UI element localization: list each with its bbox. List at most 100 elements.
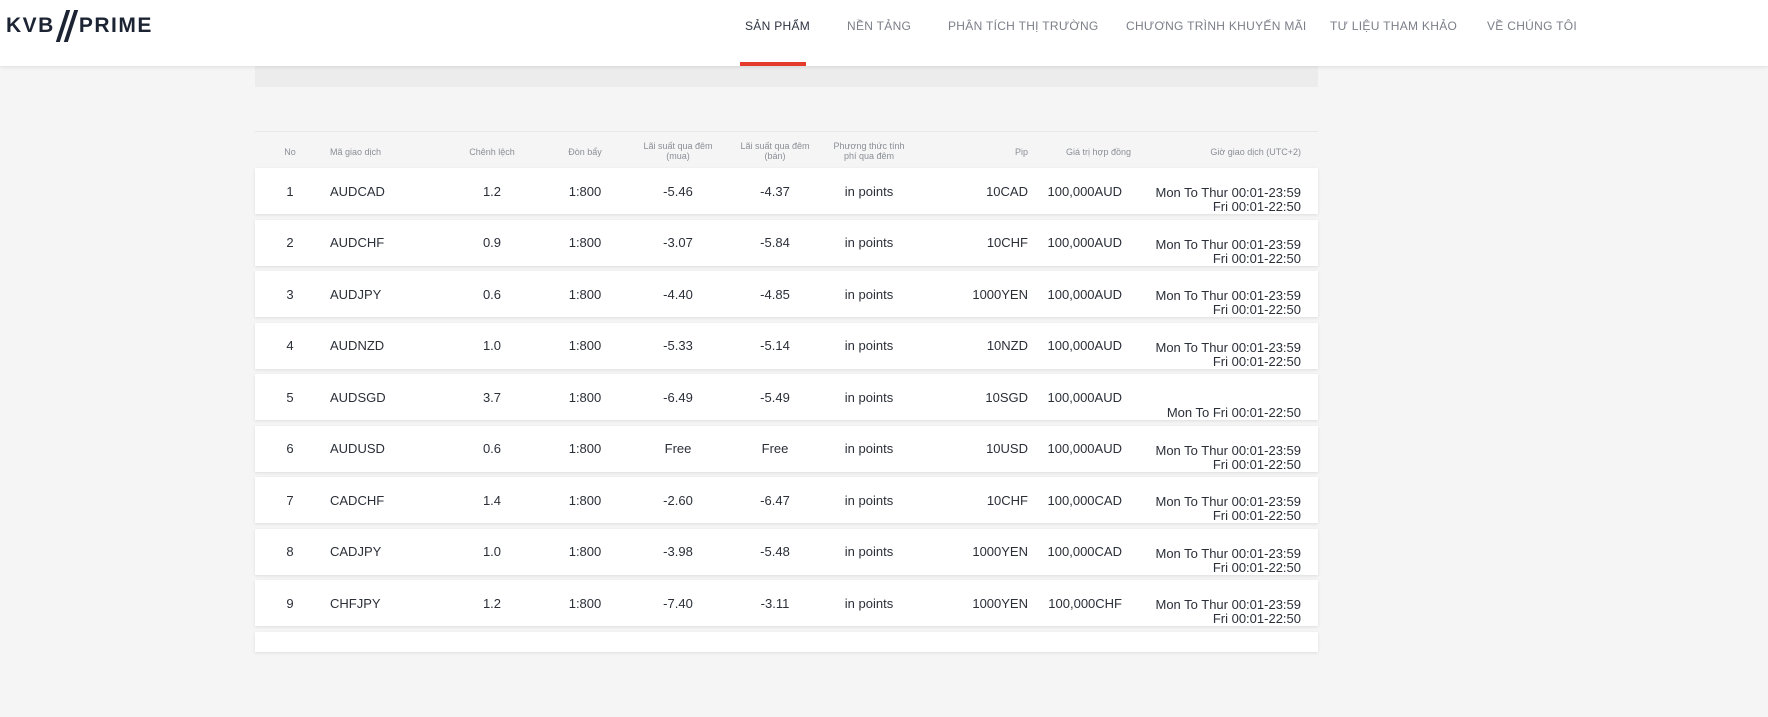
cell-trading-hours-line2: Fri 00:01-22:50 bbox=[1212, 508, 1301, 523]
cell-contract-value: 100,000AUD bbox=[1047, 286, 1122, 302]
header-swap-method-line2: phí qua đêm bbox=[843, 151, 895, 161]
cell-contract-value: 100,000CHF bbox=[1048, 595, 1122, 611]
cell-trading-hours-line2: Fri 00:01-22:50 bbox=[1212, 456, 1301, 472]
cell-trading-hours-line2: Fri 00:01-22:50 bbox=[1212, 353, 1301, 369]
banner-strip bbox=[255, 66, 1318, 87]
table-row[interactable]: 9 CHFJPY 1.2 1:800 -7.40 -3.11 in points… bbox=[255, 580, 1318, 626]
header-swap-method-line1: Phương thức tính bbox=[833, 141, 905, 151]
cell-pip: 10CAD bbox=[986, 183, 1028, 199]
cell-trading-hours: Mon To Thur 00:01-23:59 Fri 00:01-22:50 bbox=[1125, 426, 1301, 472]
cell-swap-sell: -4.85 bbox=[760, 286, 790, 302]
cell-no: 3 bbox=[286, 286, 294, 302]
header-swap-sell: Lãi suất qua đêm (bán) bbox=[725, 141, 825, 161]
cell-trading-hours-line2: Fri 00:01-22:50 bbox=[1212, 559, 1301, 575]
cell-contract-value: 100,000AUD bbox=[1047, 183, 1122, 199]
table-row[interactable]: 8 CADJPY 1.0 1:800 -3.98 -5.48 in points… bbox=[255, 528, 1318, 575]
header-no: No bbox=[284, 147, 296, 157]
cell-swap-buy: -5.46 bbox=[663, 183, 693, 199]
cell-trading-hours-line2: Fri 00:01-22:50 bbox=[1212, 302, 1301, 317]
cell-no: 6 bbox=[286, 441, 294, 456]
cell-leverage: 1:800 bbox=[568, 338, 602, 353]
cell-swap-sell: -5.84 bbox=[760, 235, 790, 250]
table-body: 1 AUDCAD 1.2 1:800 -5.46 -4.37 in points… bbox=[255, 168, 1318, 626]
header-swap-method: Phương thức tính phí qua đêm bbox=[819, 141, 919, 161]
cell-trading-hours-line2: Fri 00:01-22:50 bbox=[1212, 250, 1301, 266]
cell-no: 9 bbox=[286, 595, 294, 611]
cell-no: 5 bbox=[286, 389, 294, 405]
nav-item-products[interactable]: SẢN PHẨM bbox=[745, 19, 810, 33]
cell-swap-buy: -7.40 bbox=[663, 595, 693, 611]
table-row[interactable]: 2 AUDCHF 0.9 1:800 -3.07 -5.84 in points… bbox=[255, 219, 1318, 266]
cell-swap-buy: -3.98 bbox=[663, 544, 693, 559]
cell-contract-value: 100,000AUD bbox=[1047, 441, 1122, 456]
active-nav-underline bbox=[740, 62, 806, 66]
cell-pip: 10CHF bbox=[986, 235, 1028, 250]
cell-swap-buy: -2.60 bbox=[663, 492, 693, 508]
cell-spread: 1.4 bbox=[482, 492, 502, 508]
cell-trading-hours: Mon To Thur 00:01-23:59 Fri 00:01-22:50 bbox=[1125, 220, 1301, 266]
cell-swap-method: in points bbox=[844, 544, 894, 559]
table-row-partial bbox=[255, 632, 1318, 652]
table-row[interactable]: 4 AUDNZD 1.0 1:800 -5.33 -5.14 in points… bbox=[255, 322, 1318, 369]
cell-leverage: 1:800 bbox=[568, 389, 602, 405]
header-leverage: Đòn bẩy bbox=[568, 147, 602, 157]
cell-trading-hours-line1: Mon To Thur 00:01-23:59 bbox=[1155, 597, 1301, 612]
cell-trading-hours: Mon To Thur 00:01-23:59 Fri 00:01-22:50 bbox=[1125, 271, 1301, 317]
header-contract-value: Giá trị hợp đồng bbox=[1066, 147, 1131, 157]
cell-no: 4 bbox=[286, 338, 294, 353]
cell-trading-hours: Mon To Thur 00:01-23:59 Fri 00:01-22:50 bbox=[1125, 580, 1301, 626]
nav-item-about-us[interactable]: VỀ CHÚNG TÔI bbox=[1487, 19, 1577, 33]
cell-swap-method: in points bbox=[844, 595, 894, 611]
cell-swap-buy: -5.33 bbox=[663, 338, 693, 353]
cell-swap-sell: -6.47 bbox=[760, 492, 790, 508]
table-row[interactable]: 5 AUDSGD 3.7 1:800 -6.49 -5.49 in points… bbox=[255, 374, 1318, 420]
cell-spread: 1.2 bbox=[482, 183, 502, 199]
header-trading-hours: Giờ giao dịch (UTC+2) bbox=[1210, 147, 1301, 157]
cell-pip: 1000YEN bbox=[972, 286, 1028, 302]
cell-leverage: 1:800 bbox=[568, 492, 602, 508]
nav-item-resources[interactable]: TƯ LIỆU THAM KHẢO bbox=[1330, 19, 1457, 33]
table-header: No Mã giao dịch Chênh lệch Đòn bẩy Lãi s… bbox=[255, 131, 1318, 168]
cell-trading-hours-line1: Mon To Thur 00:01-23:59 bbox=[1155, 545, 1301, 561]
cell-trading-hours-line1: Mon To Thur 00:01-23:59 bbox=[1155, 236, 1301, 252]
cell-trading-hours-line1: Mon To Thur 00:01-23:59 bbox=[1155, 442, 1301, 458]
nav-item-market-analysis[interactable]: PHÂN TÍCH THỊ TRƯỜNG bbox=[948, 19, 1099, 33]
instruments-table: No Mã giao dịch Chênh lệch Đòn bẩy Lãi s… bbox=[255, 131, 1318, 632]
cell-trading-hours-line1: Mon To Fri 00:01-22:50 bbox=[1166, 405, 1301, 420]
cell-no: 2 bbox=[286, 235, 294, 250]
cell-contract-value: 100,000AUD bbox=[1047, 235, 1122, 250]
table-row[interactable]: 1 AUDCAD 1.2 1:800 -5.46 -4.37 in points… bbox=[255, 168, 1318, 214]
cell-pip: 1000YEN bbox=[972, 595, 1028, 611]
table-row[interactable]: 6 AUDUSD 0.6 1:800 Free Free in points 1… bbox=[255, 425, 1318, 472]
cell-swap-method: in points bbox=[844, 286, 894, 302]
cell-swap-buy: -6.49 bbox=[663, 389, 693, 405]
table-row[interactable]: 7 CADCHF 1.4 1:800 -2.60 -6.47 in points… bbox=[255, 477, 1318, 523]
cell-trading-hours: Mon To Thur 00:01-23:59 Fri 00:01-22:50 bbox=[1125, 477, 1301, 523]
cell-spread: 0.9 bbox=[482, 235, 502, 250]
header-spread: Chênh lệch bbox=[469, 147, 515, 157]
cell-trading-hours: Mon To Fri 00:01-22:50 bbox=[1125, 374, 1301, 420]
cell-trading-hours-line1: Mon To Thur 00:01-23:59 bbox=[1155, 288, 1301, 303]
table-row[interactable]: 3 AUDJPY 0.6 1:800 -4.40 -4.85 in points… bbox=[255, 271, 1318, 317]
header-swap-buy-line2: (mua) bbox=[666, 151, 690, 161]
cell-contract-value: 100,000AUD bbox=[1047, 389, 1122, 405]
nav-item-platforms[interactable]: NỀN TẢNG bbox=[847, 19, 911, 33]
cell-swap-sell: Free bbox=[761, 441, 789, 456]
cell-swap-method: in points bbox=[844, 389, 894, 405]
cell-no: 1 bbox=[286, 183, 294, 199]
cell-trading-hours-line2: Fri 00:01-22:50 bbox=[1212, 199, 1301, 214]
cell-swap-sell: -5.49 bbox=[760, 389, 790, 405]
cell-swap-buy: -3.07 bbox=[663, 235, 693, 250]
cell-swap-sell: -3.11 bbox=[760, 595, 790, 611]
cell-leverage: 1:800 bbox=[568, 286, 602, 302]
header-swap-sell-line2: (bán) bbox=[764, 151, 786, 161]
cell-contract-value: 100,000CAD bbox=[1047, 492, 1122, 508]
cell-trading-hours-line1: Mon To Thur 00:01-23:59 bbox=[1155, 185, 1301, 200]
cell-swap-method: in points bbox=[844, 235, 894, 250]
nav-item-promotions[interactable]: CHƯƠNG TRÌNH KHUYẾN MÃI bbox=[1126, 19, 1307, 33]
cell-trading-hours: Mon To Thur 00:01-23:59 Fri 00:01-22:50 bbox=[1125, 168, 1301, 214]
cell-pip: 10USD bbox=[986, 441, 1028, 456]
cell-swap-method: in points bbox=[844, 492, 894, 508]
cell-swap-buy: -4.40 bbox=[663, 286, 693, 302]
cell-leverage: 1:800 bbox=[568, 183, 602, 199]
